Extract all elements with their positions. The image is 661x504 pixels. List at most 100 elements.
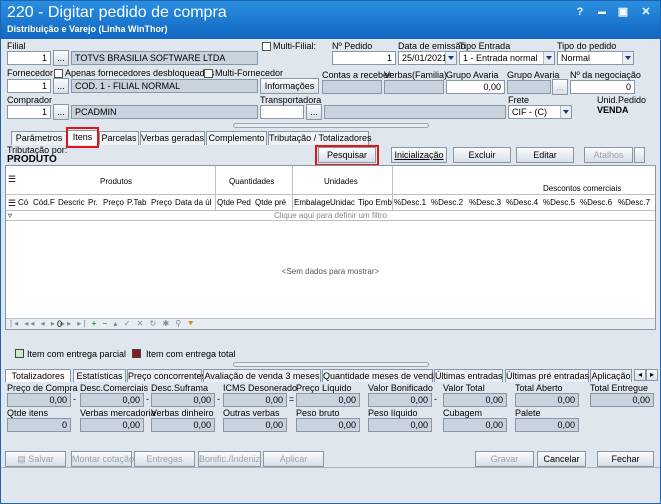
tab-totalizadores[interactable]: Totalizadores <box>5 369 71 382</box>
minimize-icon[interactable]: ▬ <box>593 5 611 19</box>
salvar-button[interactable]: ▤ Salvar <box>5 451 66 467</box>
informacoes-button[interactable]: Informações <box>260 78 319 94</box>
tab-scroll-left[interactable]: ◂ <box>634 369 646 381</box>
gravar-button[interactable]: Gravar <box>475 451 534 467</box>
chevron-down-icon[interactable] <box>543 52 554 64</box>
column-header[interactable]: %Desc.1 <box>394 198 426 207</box>
total-entregue-field: 0,00 <box>590 393 654 407</box>
tab-verbas-geradas[interactable]: Verbas geradas <box>140 131 205 145</box>
unid-pedido-label: Unid.Pedido <box>597 95 647 105</box>
column-header[interactable]: %Desc.4 <box>506 198 538 207</box>
tab-quantidade-meses[interactable]: Quantidade meses de venda <box>322 369 438 382</box>
tab-scroll-right[interactable]: ▸ <box>646 369 658 381</box>
multi-filial-checkbox[interactable] <box>262 42 271 51</box>
comprador-search-button[interactable]: ... <box>53 104 69 120</box>
fornecedor-code-input[interactable]: 1 <box>7 79 51 93</box>
close-icon[interactable]: ✕ <box>637 5 655 19</box>
editar-button[interactable]: Editar <box>516 147 574 163</box>
column-chooser-icon[interactable]: ☰ <box>8 198 16 209</box>
column-header[interactable]: P.Tab <box>127 198 146 207</box>
bonific-button[interactable]: Bonific./Indeniz. <box>198 451 263 467</box>
tab-parcelas[interactable]: Parcelas <box>99 131 139 145</box>
numero-negociacao-input[interactable]: 0 <box>570 80 635 94</box>
palete-field: 0,00 <box>515 418 579 432</box>
equals-sign: = <box>289 394 295 404</box>
filial-search-button[interactable]: ... <box>53 50 69 66</box>
atalhos-button[interactable]: Atalhos <box>584 147 633 163</box>
fornecedor-search-button[interactable]: ... <box>53 78 69 94</box>
tipo-pedido-select[interactable]: Normal <box>557 51 634 65</box>
column-header[interactable]: Pr. <box>88 198 98 207</box>
tab-aplicacao[interactable]: Aplicação <box>590 369 632 382</box>
column-header[interactable]: %Desc.6 <box>580 198 612 207</box>
grupo-avaria-field: 0,00 <box>446 80 505 94</box>
comprador-code-input[interactable]: 1 <box>7 105 51 119</box>
numero-pedido-input[interactable]: 1 <box>332 51 396 65</box>
column-chooser-icon[interactable]: ☰ <box>8 174 16 185</box>
splitter-handle[interactable] <box>233 123 429 128</box>
frete-select[interactable]: CIF - (C) <box>508 105 572 119</box>
unid-pedido-value: VENDA <box>597 105 629 115</box>
preco-liquido-field: 0,00 <box>296 393 360 407</box>
column-header[interactable]: Unidac <box>330 198 355 207</box>
column-header[interactable]: Tipo Emb <box>358 198 392 207</box>
tab-estatisticas[interactable]: Estatísticas <box>73 369 126 382</box>
splitter-handle[interactable] <box>233 362 429 367</box>
grupo-avaria-2-field <box>507 80 551 94</box>
excluir-button[interactable]: Excluir <box>453 147 511 163</box>
tipo-entrada-select[interactable]: 1 - Entrada normal <box>459 51 555 65</box>
chevron-down-icon[interactable] <box>560 106 571 118</box>
column-header[interactable]: Descric <box>58 198 85 207</box>
inicializacao-button[interactable]: Inicialização <box>391 147 447 163</box>
column-header[interactable]: %Desc.7 <box>618 198 650 207</box>
maximize-icon[interactable]: ▣ <box>614 5 632 19</box>
qtde-itens-label: Qtde itens <box>7 408 49 418</box>
column-header[interactable]: Qtde pré <box>255 198 286 207</box>
cancelar-button[interactable]: Cancelar <box>537 451 586 467</box>
help-icon[interactable]: ? <box>571 5 589 19</box>
column-header[interactable]: Qtde Ped <box>217 198 251 207</box>
column-header[interactable]: %Desc.5 <box>543 198 575 207</box>
peso-liquido-field: 0,00 <box>368 418 432 432</box>
data-emissao-picker[interactable]: 25/01/2021 <box>398 51 457 65</box>
tab-avaliacao-venda[interactable]: Avaliação de venda 3 meses <box>203 369 321 382</box>
fechar-button[interactable]: Fechar <box>597 451 654 467</box>
atalhos-dropdown[interactable] <box>634 147 645 163</box>
column-header[interactable]: Preço <box>103 198 124 207</box>
tab-complemento[interactable]: Complemento <box>206 131 267 145</box>
column-header[interactable]: Embalage <box>294 198 330 207</box>
desc-comerciais-label: Desc.Comerciais <box>80 383 149 393</box>
grupo-avaria-search-button[interactable]: ... <box>552 79 568 95</box>
column-header[interactable]: %Desc.3 <box>469 198 501 207</box>
data-emissao-label: Data de emissão <box>398 41 466 51</box>
transportadora-code-input[interactable] <box>260 105 304 119</box>
items-grid[interactable]: ☰ ☰ Produtos Quantidades Unidades Descon… <box>5 165 656 330</box>
tab-parametros[interactable]: Parâmetros <box>11 131 67 145</box>
filter-row[interactable]: Clique aqui para definir um filtro <box>6 211 655 220</box>
tipo-entrada-label: Tipo Entrada <box>459 41 511 51</box>
transportadora-search-button[interactable]: ... <box>306 104 322 120</box>
tab-preco-concorrentes[interactable]: Preço concorrentes <box>127 369 206 382</box>
column-header[interactable]: %Desc.2 <box>431 198 463 207</box>
fornecedor-name-field: COD. 1 - FILIAL NORMAL <box>71 79 258 93</box>
chevron-down-icon[interactable] <box>445 52 456 64</box>
column-header[interactable]: Cód.F <box>33 198 55 207</box>
tab-ultimas-entradas[interactable]: Últimas entradas <box>434 369 503 382</box>
numero-negociacao-label: Nº da negociação <box>570 70 641 80</box>
apenas-desbloqueados-checkbox[interactable] <box>54 69 63 78</box>
column-header[interactable]: Data da úl <box>175 198 211 207</box>
total-aberto-field: 0,00 <box>515 393 579 407</box>
multi-fornecedor-checkbox[interactable] <box>204 69 213 78</box>
montar-cotacao-button[interactable]: Montar cotação <box>71 451 134 467</box>
column-header[interactable]: Có <box>18 198 28 207</box>
navigator-buttons-icon[interactable]: |◂ ◂◂ ◂ ▸ ▸▸ ▸| + − ▴ ✓ ✕ ↻ ✱ ⚲ ⯆ <box>10 319 196 329</box>
tab-ultimas-pre-entradas[interactable]: Últimas pré entradas <box>505 369 589 382</box>
chevron-down-icon[interactable] <box>622 52 633 64</box>
tributacao-value: PRODUTO <box>7 154 57 165</box>
filial-code-input[interactable]: 1 <box>7 51 51 65</box>
tab-tributacao-totalizadores[interactable]: Tributação / Totalizadores <box>268 131 372 145</box>
entregas-button[interactable]: Entregas <box>134 451 195 467</box>
column-header[interactable]: Preço <box>151 198 172 207</box>
icms-label: ICMS Desonerado <box>223 383 298 393</box>
aplicar-button[interactable]: Aplicar <box>263 451 324 467</box>
